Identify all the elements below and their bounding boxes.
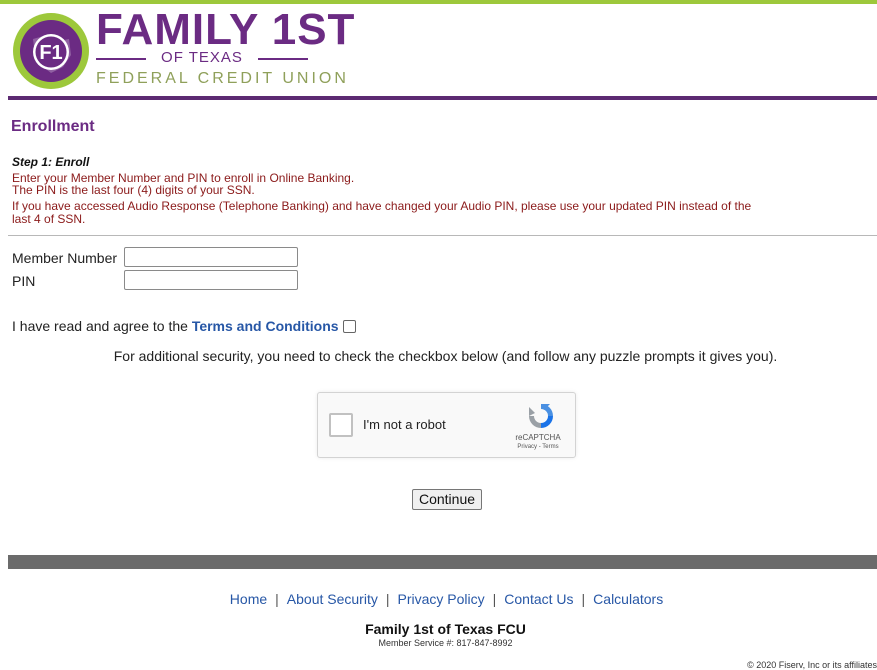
terms-checkbox[interactable] <box>342 320 356 333</box>
recaptcha-label: I'm not a robot <box>363 417 446 432</box>
page-title: Enrollment <box>11 118 95 135</box>
footer-org-name: Family 1st of Texas FCU <box>365 621 526 637</box>
recaptcha-checkbox[interactable] <box>329 413 353 437</box>
footer-separator: | <box>385 591 390 607</box>
recaptcha-terms-link[interactable]: Terms <box>542 444 558 450</box>
header-divider <box>8 96 877 100</box>
footer-member-service: Member Service #: 817-847-8992 <box>378 638 513 648</box>
footer-band <box>8 555 877 569</box>
footer-separator: | <box>581 591 586 607</box>
recaptcha-links: Privacy - Terms <box>503 444 573 450</box>
instruction-line: The PIN is the last four (4) digits of y… <box>12 183 255 197</box>
recaptcha-brand: reCAPTCHA <box>515 433 561 442</box>
member-number-label: Member Number <box>12 250 118 266</box>
recaptcha-widget: I'm not a robot reCAPTCHA Privacy - Term… <box>317 392 576 458</box>
footer-link-about-security[interactable]: About Security <box>287 591 378 607</box>
footer-link-calculators[interactable]: Calculators <box>593 591 663 607</box>
recaptcha-privacy-link[interactable]: Privacy <box>517 444 537 450</box>
pin-label: PIN <box>12 273 36 289</box>
copyright: © 2020 Fiserv, Inc or its affiliates <box>747 660 877 670</box>
logo-line2-text: OF TEXAS <box>161 49 243 66</box>
security-note: For additional security, you need to che… <box>113 348 778 364</box>
logo-line3: FEDERAL CREDIT UNION <box>96 70 349 87</box>
logo-line2: OF TEXAS <box>96 50 308 66</box>
footer-separator: | <box>492 591 497 607</box>
member-number-input[interactable] <box>124 247 298 267</box>
footer-link-privacy-policy[interactable]: Privacy Policy <box>398 591 485 607</box>
terms-and-conditions-link[interactable]: Terms and Conditions <box>192 318 339 334</box>
pin-input[interactable] <box>124 270 298 290</box>
instruction-line: last 4 of SSN. <box>12 212 86 226</box>
terms-prefix-text: I have read and agree to the <box>12 318 192 334</box>
recaptcha-logo-icon <box>529 404 553 428</box>
section-divider <box>8 235 877 236</box>
continue-button[interactable]: Continue <box>412 489 482 510</box>
terms-agreement: I have read and agree to the Terms and C… <box>12 318 356 334</box>
footer-link-contact-us[interactable]: Contact Us <box>504 591 573 607</box>
footer-separator: | <box>275 591 279 607</box>
logo-emblem-icon: F1 <box>13 13 89 89</box>
footer-link-home[interactable]: Home <box>230 591 267 607</box>
site-header: F1 FAMILY 1ST OF TEXAS FEDERAL CREDIT UN… <box>0 4 877 96</box>
logo-line1: FAMILY 1ST <box>96 5 356 54</box>
footer-links: Home | About Security | Privacy Policy | Conta… <box>0 591 877 607</box>
step-title: Step 1: Enroll <box>12 155 90 169</box>
logo-emblem-text: F1 <box>39 42 62 64</box>
instruction-line: If you have accessed Audio Response (Tel… <box>12 199 752 213</box>
